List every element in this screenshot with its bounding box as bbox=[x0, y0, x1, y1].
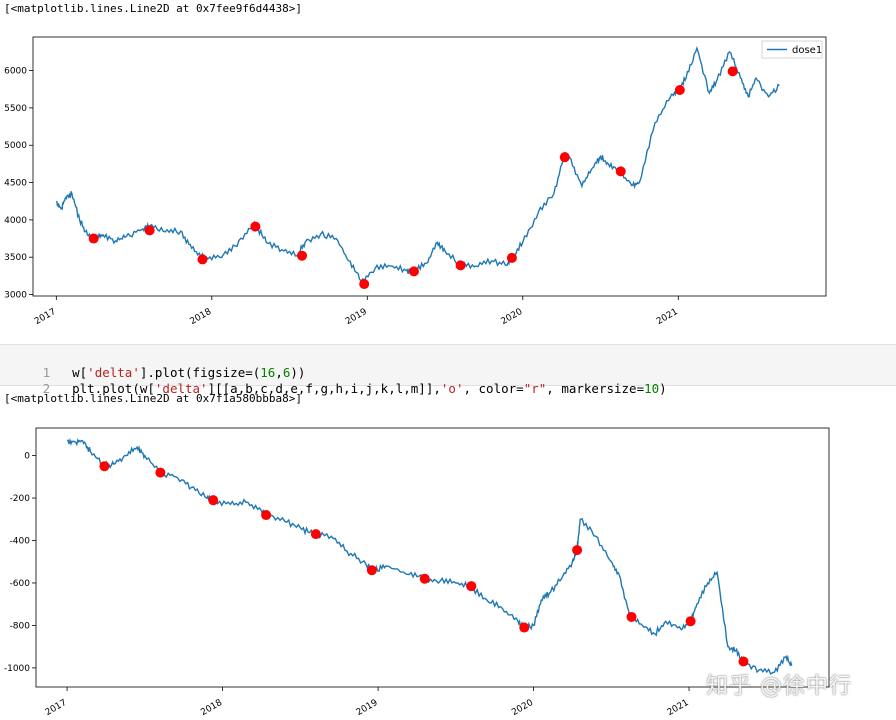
y-tick-label: -1000 bbox=[4, 664, 30, 674]
x-tick-label: 2020 bbox=[499, 307, 524, 327]
red-marker-point bbox=[155, 467, 166, 478]
axis-ticks: 0 -200 -400 -600 -800 -1000 2017 2018 2019 2020 20… bbox=[4, 452, 691, 718]
legend: dose1 bbox=[761, 40, 823, 59]
red-marker-point bbox=[727, 66, 738, 77]
red-marker-point bbox=[366, 565, 377, 576]
red-marker-point bbox=[674, 84, 685, 95]
y-tick-label: -400 bbox=[10, 537, 31, 547]
x-tick-label: 2017 bbox=[44, 698, 69, 718]
red-marker-point bbox=[738, 656, 749, 667]
red-marker-point bbox=[572, 545, 583, 556]
plot-frame bbox=[35, 427, 830, 688]
watermark: 知乎 @徐中行 bbox=[706, 674, 852, 699]
code-cell[interactable]: 1 w['delta'].plot(figsize=(16,6)) 2 plt.pl… bbox=[0, 344, 896, 396]
y-tick-label: 6000 bbox=[4, 67, 27, 77]
code-line-2[interactable]: 2 plt.plot(w['delta'][[a,b,c,d,e,f,g,h,i,… bbox=[0, 365, 667, 396]
red-marker-point bbox=[88, 233, 99, 244]
red-marker-point bbox=[296, 250, 307, 261]
red-marker-point bbox=[197, 254, 208, 265]
red-marker-point bbox=[519, 622, 530, 633]
x-tick-label: 2019 bbox=[355, 698, 380, 718]
red-marker-point bbox=[208, 495, 219, 506]
red-marker-point bbox=[359, 279, 370, 290]
series-line-dose1 bbox=[55, 46, 780, 283]
y-tick-label: 5500 bbox=[4, 104, 27, 114]
legend-label-dose1: dose1 bbox=[792, 45, 822, 56]
red-marker-point bbox=[261, 510, 272, 521]
y-tick-label: -600 bbox=[10, 579, 31, 589]
series-line-delta bbox=[66, 437, 793, 676]
red-marker-point bbox=[615, 166, 626, 177]
y-tick-label: 5000 bbox=[4, 141, 27, 151]
y-tick-label: 0 bbox=[24, 452, 30, 462]
y-tick-label: -200 bbox=[10, 494, 31, 504]
x-tick-label: 2021 bbox=[666, 698, 691, 718]
red-markers bbox=[99, 461, 749, 667]
cell-output-text: [<matplotlib.lines.Line2D at 0x7f1a580bb… bbox=[4, 392, 303, 405]
red-marker-point bbox=[250, 221, 261, 232]
red-marker-point bbox=[506, 252, 517, 263]
x-tick-label: 2018 bbox=[188, 307, 213, 327]
red-marker-point bbox=[99, 461, 110, 472]
x-tick-label: 2017 bbox=[33, 307, 58, 327]
dose1-line-chart: 3000 3500 4000 4500 5000 5500 6000 2017 2018 2019… bbox=[4, 36, 827, 327]
red-marker-point bbox=[466, 581, 477, 592]
red-marker-point bbox=[310, 529, 321, 540]
y-tick-label: 4000 bbox=[4, 216, 27, 226]
red-marker-point bbox=[559, 152, 570, 163]
red-marker-point bbox=[455, 260, 466, 271]
red-marker-point bbox=[685, 616, 696, 627]
y-tick-label: 3500 bbox=[4, 253, 27, 263]
red-marker-point bbox=[419, 573, 430, 584]
red-marker-point bbox=[408, 266, 419, 277]
y-tick-label: 4500 bbox=[4, 179, 27, 189]
axis-ticks: 3000 3500 4000 4500 5000 5500 6000 2017 2018 2019… bbox=[4, 67, 680, 327]
red-marker-point bbox=[144, 225, 155, 236]
x-tick-label: 2021 bbox=[655, 307, 680, 327]
x-tick-label: 2019 bbox=[344, 307, 369, 327]
y-tick-label: 3000 bbox=[4, 291, 27, 301]
code-line-1[interactable]: 1 w['delta'].plot(figsize=(16,6)) bbox=[0, 349, 306, 380]
x-tick-label: 2020 bbox=[510, 698, 535, 718]
y-tick-label: -800 bbox=[10, 621, 31, 631]
x-tick-label: 2018 bbox=[199, 698, 224, 718]
red-marker-point bbox=[626, 611, 637, 622]
